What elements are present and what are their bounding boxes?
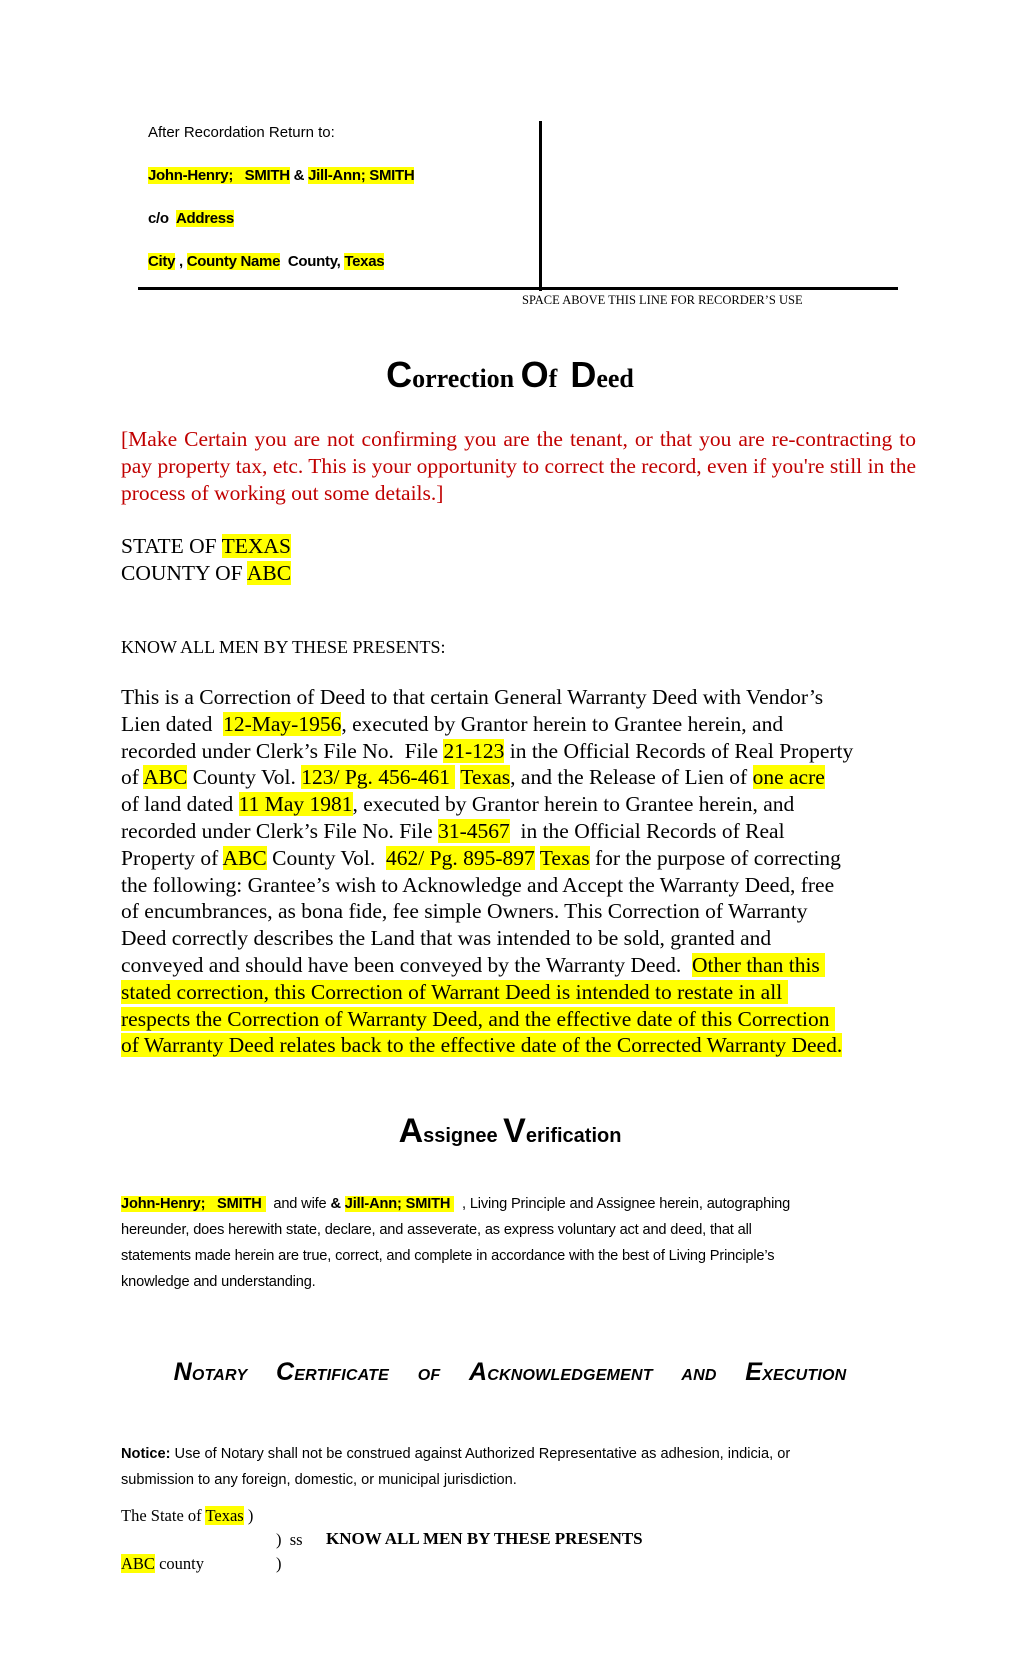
file-number-1: 21-123: [443, 738, 505, 763]
return-to-label: After Recordation Return to:: [148, 124, 335, 141]
recorder-use-note: SPACE ABOVE THIS LINE FOR RECORDER’S USE: [522, 293, 803, 307]
paragraph-line: respects the Correction of Warranty Deed…: [121, 1006, 921, 1033]
paragraph-line: recorded under Clerk’s File No. File 31-…: [121, 818, 785, 843]
volume-page-2: 462/ Pg. 895-897: [386, 845, 535, 870]
state-placeholder: Texas: [344, 253, 385, 270]
document-title: Correction Of Deed: [0, 354, 1020, 396]
title-cap-d: D: [570, 354, 597, 395]
venue-ss: ) ss: [276, 1530, 303, 1549]
heading-word: CERTIFICATE: [276, 1358, 390, 1386]
grantee-name-1: John-Henry; SMITH: [148, 167, 290, 184]
assignee-name-2: Jill-Ann; SMITH: [344, 1196, 455, 1212]
return-to-address: c/o Address: [148, 210, 234, 227]
assignee-verification-heading: Assignee Verification: [0, 1112, 1020, 1151]
deed-date: 12-May-1956: [223, 711, 342, 736]
correction-paragraph: This is a Correction of Deed to that cer…: [121, 684, 921, 1059]
recorder-divider-vertical: [539, 121, 542, 291]
acreage: one acre: [752, 765, 825, 790]
recorder-divider-horizontal: [138, 287, 898, 290]
return-to-city-line: City , County Name County, Texas: [148, 253, 385, 270]
heading-word: AND: [681, 1367, 717, 1384]
paragraph-line: submission to any foreign, domestic, or …: [121, 1472, 517, 1488]
ampersand: &: [289, 167, 309, 184]
assignee-name-1: John-Henry; SMITH: [121, 1196, 266, 1212]
restatement-clause: of Warranty Deed relates back to the eff…: [121, 1033, 843, 1058]
heading-text: erification: [525, 1125, 622, 1147]
paragraph-line: statements made herein are true, correct…: [121, 1248, 775, 1264]
county-name-placeholder: County Name: [186, 253, 281, 270]
comma: ,: [175, 253, 187, 270]
title-cap-c: C: [386, 354, 413, 395]
county-label: COUNTY OF: [121, 561, 247, 585]
instructions-note: [Make Certain you are not confirming you…: [121, 427, 916, 505]
title-text: orrection: [412, 364, 521, 393]
title-text: f: [548, 364, 571, 393]
volume-page-1: 123/ Pg. 456-461: [301, 765, 456, 790]
paragraph-line: of land dated 11 May 1981, executed by G…: [121, 792, 795, 817]
file-number-2: 31-4567: [438, 818, 510, 843]
restatement-clause: Other than this: [692, 952, 826, 977]
title-text: eed: [596, 364, 634, 393]
grantee-name-2: Jill-Ann; SMITH: [308, 167, 415, 184]
paragraph-line: Notice: Use of Notary shall not be const…: [121, 1446, 791, 1462]
state-value: TEXAS: [221, 534, 291, 558]
heading-cap-a: A: [398, 1112, 424, 1150]
county-1: ABC: [143, 765, 188, 790]
paragraph-line: Deed correctly describes the Land that w…: [121, 926, 772, 951]
paragraph-line: John-Henry; SMITH and wife & Jill-Ann; S…: [121, 1196, 791, 1212]
venue-paren: ): [276, 1554, 282, 1573]
county-line: COUNTY OF ABC: [121, 560, 292, 587]
paragraph-line: Property of ABC County Vol. 462/ Pg. 895…: [121, 845, 841, 870]
paragraph-line: stated correction, this Correction of Wa…: [121, 979, 921, 1006]
care-of-prefix: c/o: [148, 210, 176, 227]
notice-label: Notice:: [121, 1446, 171, 1462]
venue-county-line: ABC county: [121, 1554, 204, 1573]
notary-certificate-heading: NOTARY CERTIFICATE OF ACKNOWLEDGEMENT AN…: [0, 1358, 1020, 1387]
notary-notice: Notice: Use of Notary shall not be const…: [121, 1441, 921, 1493]
paragraph-line: of encumbrances, as bona fide, fee simpl…: [121, 899, 808, 924]
paragraph-line: the following: Grantee’s wish to Acknowl…: [121, 872, 835, 897]
heading-word: ACKNOWLEDGEMENT: [468, 1358, 653, 1386]
state-2: Texas: [539, 845, 590, 870]
paragraph-line: of Warranty Deed relates back to the eff…: [121, 1032, 921, 1059]
state-1: Texas: [460, 765, 511, 790]
paragraph-line: Lien dated 12-May-1956, executed by Gran…: [121, 711, 784, 736]
title-cap-o: O: [520, 354, 549, 395]
state-line: STATE OF TEXAS: [121, 533, 291, 560]
paragraph-line: This is a Correction of Deed to that cer…: [121, 685, 824, 709]
return-to-names: John-Henry; SMITH & Jill-Ann; SMITH: [148, 167, 415, 184]
state-label: STATE OF: [121, 534, 222, 558]
county-suffix: County,: [280, 253, 345, 270]
paragraph-line: recorded under Clerk’s File No. File 21-…: [121, 738, 854, 763]
state-county-block: STATE OF TEXAS COUNTY OF ABC: [121, 533, 292, 587]
county-value: ABC: [246, 561, 292, 585]
heading-word: OF: [417, 1367, 441, 1384]
address-placeholder: Address: [175, 210, 234, 227]
paragraph-line: hereunder, does herewith state, declare,…: [121, 1222, 752, 1238]
paragraph-line: conveyed and should have been conveyed b…: [121, 952, 826, 977]
city-placeholder: City: [148, 253, 176, 270]
venue-county-value: ABC: [121, 1554, 155, 1573]
county-2: ABC: [222, 845, 267, 870]
know-all-men-heading: KNOW ALL MEN BY THESE PRESENTS:: [121, 637, 446, 657]
paragraph-line: of ABC County Vol. 123/ Pg. 456-461 Texa…: [121, 765, 825, 790]
paragraph-line: knowledge and understanding.: [121, 1274, 316, 1290]
restatement-clause: respects the Correction of Warranty Deed…: [121, 1006, 835, 1031]
heading-word: EXECUTION: [745, 1358, 847, 1386]
heading-text: ssignee: [423, 1125, 504, 1147]
notary-venue: The State of Texas ) ) ss KNOW ALL MEN B…: [121, 1506, 821, 1586]
heading-cap-v: V: [503, 1112, 526, 1150]
heading-word: NOTARY: [173, 1358, 248, 1386]
venue-state-line: The State of Texas ): [121, 1506, 254, 1525]
venue-state-value: Texas: [205, 1506, 244, 1525]
venue-know-all: KNOW ALL MEN BY THESE PRESENTS: [326, 1529, 643, 1548]
lien-date: 11 May 1981: [238, 792, 353, 817]
restatement-clause: stated correction, this Correction of Wa…: [121, 979, 788, 1004]
assignee-paragraph: John-Henry; SMITH and wife & Jill-Ann; S…: [121, 1191, 921, 1295]
